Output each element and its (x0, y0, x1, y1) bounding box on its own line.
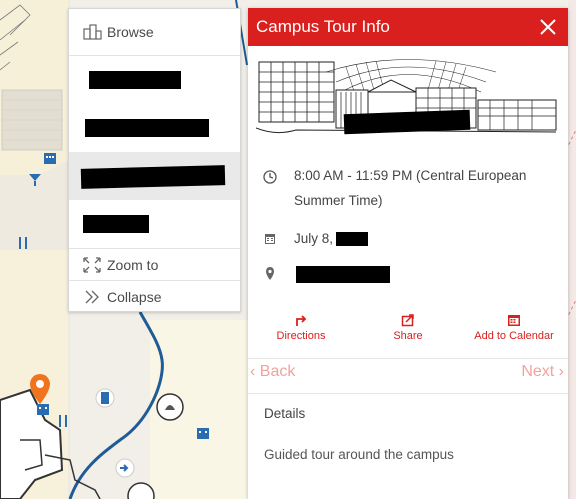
directions-icon (296, 315, 307, 326)
calendar-icon (265, 234, 275, 244)
redacted-menu-item[interactable] (80, 165, 226, 189)
zoom-to-icon (83, 257, 101, 273)
directions-button[interactable]: Directions (270, 313, 332, 342)
context-menu: Browse Zoom to Collapse (68, 8, 241, 312)
restaurant-poi-icon[interactable] (15, 235, 31, 251)
directions-label: Directions (276, 330, 326, 342)
collapse-menu-item[interactable]: Collapse (69, 284, 240, 310)
redacted-menu-item[interactable] (89, 71, 181, 89)
entrance-poi-icon[interactable] (115, 458, 135, 478)
chevron-left-icon: ‹ (250, 363, 256, 380)
menu-divider (69, 248, 240, 249)
info-panel: Campus Tour Info 8:00 AM - 11:59 PM (Cen… (248, 8, 568, 499)
details-heading: Details (264, 406, 306, 421)
time-row: 8:00 AM - 11:59 PM (Central European Sum… (248, 163, 568, 219)
panel-divider (248, 393, 568, 394)
building-poi-icon[interactable] (195, 425, 211, 441)
add-to-calendar-button[interactable]: Add to Calendar (470, 313, 558, 342)
location-row (248, 261, 568, 287)
next-button[interactable]: Next › (521, 363, 564, 381)
date-row: July 8, (248, 226, 568, 252)
garden-poi-icon[interactable] (155, 392, 185, 422)
zoom-to-label: Zoom to (107, 257, 159, 273)
share-label: Share (393, 330, 423, 342)
garden-poi-icon[interactable] (126, 481, 156, 499)
building-icon (83, 24, 102, 40)
panel-divider (248, 358, 568, 359)
redacted-menu-item[interactable] (85, 119, 209, 137)
next-label: Next (521, 363, 555, 380)
add-calendar-icon (508, 315, 520, 326)
museum-poi-icon[interactable] (95, 388, 115, 408)
redacted-menu-item[interactable] (83, 215, 149, 233)
double-chevron-icon (85, 290, 99, 304)
panel-header: Campus Tour Info (248, 8, 568, 46)
add-to-calendar-label: Add to Calendar (474, 330, 554, 342)
share-button[interactable]: Share (388, 313, 428, 342)
time-text-line1: 8:00 AM - 11:59 PM (Central European (294, 168, 527, 183)
chevron-right-icon: › (558, 363, 564, 380)
redacted-location-address (296, 266, 390, 283)
location-pin-icon (266, 267, 274, 280)
building-poi-icon[interactable] (42, 150, 58, 166)
building-poi-icon[interactable] (35, 401, 51, 417)
browse-label: Browse (107, 24, 154, 40)
collapse-label: Collapse (107, 289, 162, 305)
close-icon[interactable] (538, 17, 558, 37)
back-button[interactable]: ‹ Back (250, 363, 295, 381)
building-illustration (256, 59, 557, 134)
time-text-line2: Summer Time) (294, 193, 383, 208)
menu-divider (69, 55, 240, 56)
menu-divider (69, 280, 240, 281)
date-text: July 8, (294, 231, 334, 246)
clock-icon (263, 170, 277, 184)
details-description: Guided tour around the campus (264, 447, 454, 462)
redacted-date-year (336, 232, 368, 246)
panel-title: Campus Tour Info (256, 17, 390, 36)
back-label: Back (259, 363, 296, 380)
zoom-to-menu-item[interactable]: Zoom to (69, 252, 240, 278)
bar-poi-icon[interactable] (27, 172, 43, 188)
restaurant-poi-icon[interactable] (55, 413, 71, 429)
browse-menu-item[interactable]: Browse (69, 19, 240, 45)
share-icon (401, 314, 414, 327)
